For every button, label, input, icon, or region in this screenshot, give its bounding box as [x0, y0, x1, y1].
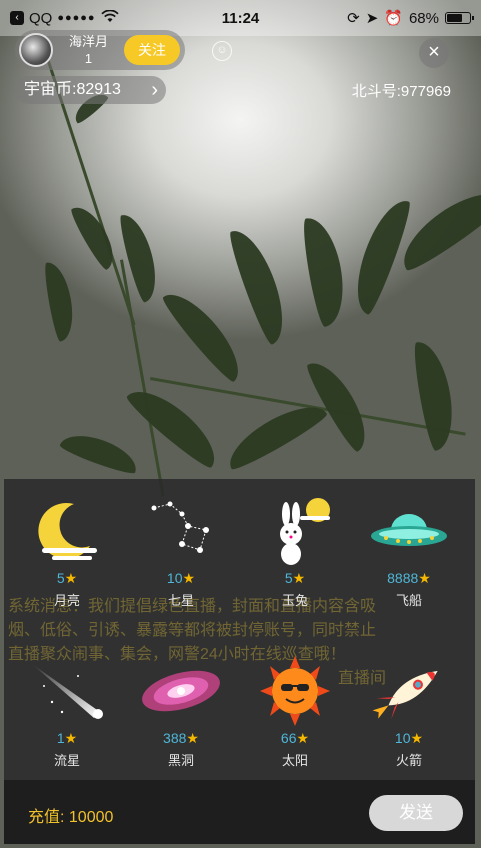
host-name: 海洋月 [68, 34, 108, 49]
wifi-icon [100, 9, 119, 27]
gift-name: 七星 [167, 593, 194, 608]
coin-balance-pill[interactable]: 宇宙币:82913 › [14, 76, 166, 104]
blackhole-icon [136, 656, 226, 726]
gift-price: 66 [280, 730, 297, 746]
live-stream-screen: ‹ QQ ●●●●● 11:24 ⟳ ➤ ⏰ 68% 海洋月 1 关注 ☺ × … [0, 0, 481, 848]
gift-item-blackhole[interactable]: 388★ 黑洞 [126, 656, 236, 769]
location-icon: ➤ [365, 10, 379, 27]
ufo-icon [364, 496, 454, 566]
gift-name: 太阳 [281, 753, 308, 768]
signal-icon: ●●●●● [57, 12, 96, 24]
carrier-label: QQ [29, 9, 53, 27]
back-to-app-icon[interactable]: ‹ [10, 11, 24, 25]
gift-name: 黑洞 [167, 753, 194, 768]
star-icon: ★ [64, 570, 78, 586]
chevron-right-icon: › [151, 79, 158, 101]
gift-name: 飞船 [395, 593, 422, 608]
gift-item-sun[interactable]: 66★ 太阳 [240, 656, 350, 769]
star-icon: ★ [186, 730, 199, 746]
gift-item-meteor[interactable]: 1★ 流星 [12, 656, 122, 769]
follow-button[interactable]: 关注 [124, 35, 180, 65]
star-icon: ★ [292, 570, 306, 586]
gift-name: 月亮 [53, 593, 80, 608]
gift-price: 5 [56, 570, 65, 586]
emoji-icon[interactable]: ☺ [212, 41, 232, 61]
battery-percent: 68% [408, 9, 439, 27]
gift-item-constellation[interactable]: 10★ 七星 [126, 496, 236, 609]
star-icon: ★ [296, 730, 310, 746]
sun-icon [250, 656, 340, 726]
star-icon: ★ [418, 570, 431, 586]
star-icon: ★ [64, 730, 78, 746]
gift-price: 388 [163, 730, 187, 746]
gift-item-rabbit[interactable]: 5★ 玉兔 [240, 496, 350, 609]
battery-icon [445, 12, 474, 24]
rocket-icon [364, 656, 454, 726]
gift-name: 玉兔 [281, 593, 308, 608]
meteor-icon [22, 656, 112, 726]
close-icon[interactable]: × [419, 38, 449, 68]
gift-item-rocket[interactable]: 10★ 火箭 [354, 656, 464, 769]
rabbit-icon [250, 496, 340, 566]
gift-price: 8888 [387, 570, 419, 586]
gift-price: 10 [166, 570, 183, 586]
coin-balance: 宇宙币:82913 [24, 81, 121, 98]
recharge-balance[interactable]: 充值: 10000 [28, 803, 113, 827]
alarm-icon: ⏰ [384, 10, 403, 27]
gift-name: 流星 [53, 753, 80, 768]
moon-icon [22, 496, 112, 566]
gift-price: 10 [394, 730, 411, 746]
gift-name: 火箭 [395, 753, 422, 768]
send-button[interactable]: 发送 [369, 795, 463, 831]
rotation-lock-icon: ⟳ [347, 10, 360, 27]
gift-item-ufo[interactable]: 8888★ 飞船 [354, 496, 464, 609]
star-icon: ★ [410, 730, 424, 746]
gift-item-moon[interactable]: 5★ 月亮 [12, 496, 122, 609]
host-info-pill[interactable]: 海洋月 1 关注 [15, 30, 185, 70]
gift-price: 5 [284, 570, 293, 586]
gift-price: 1 [56, 730, 65, 746]
beidou-id: 北斗号:977969 [351, 83, 451, 100]
star-icon: ★ [182, 570, 196, 586]
host-avatar[interactable] [19, 33, 53, 67]
host-level: 1 [84, 51, 93, 66]
constellation-icon [136, 496, 226, 566]
